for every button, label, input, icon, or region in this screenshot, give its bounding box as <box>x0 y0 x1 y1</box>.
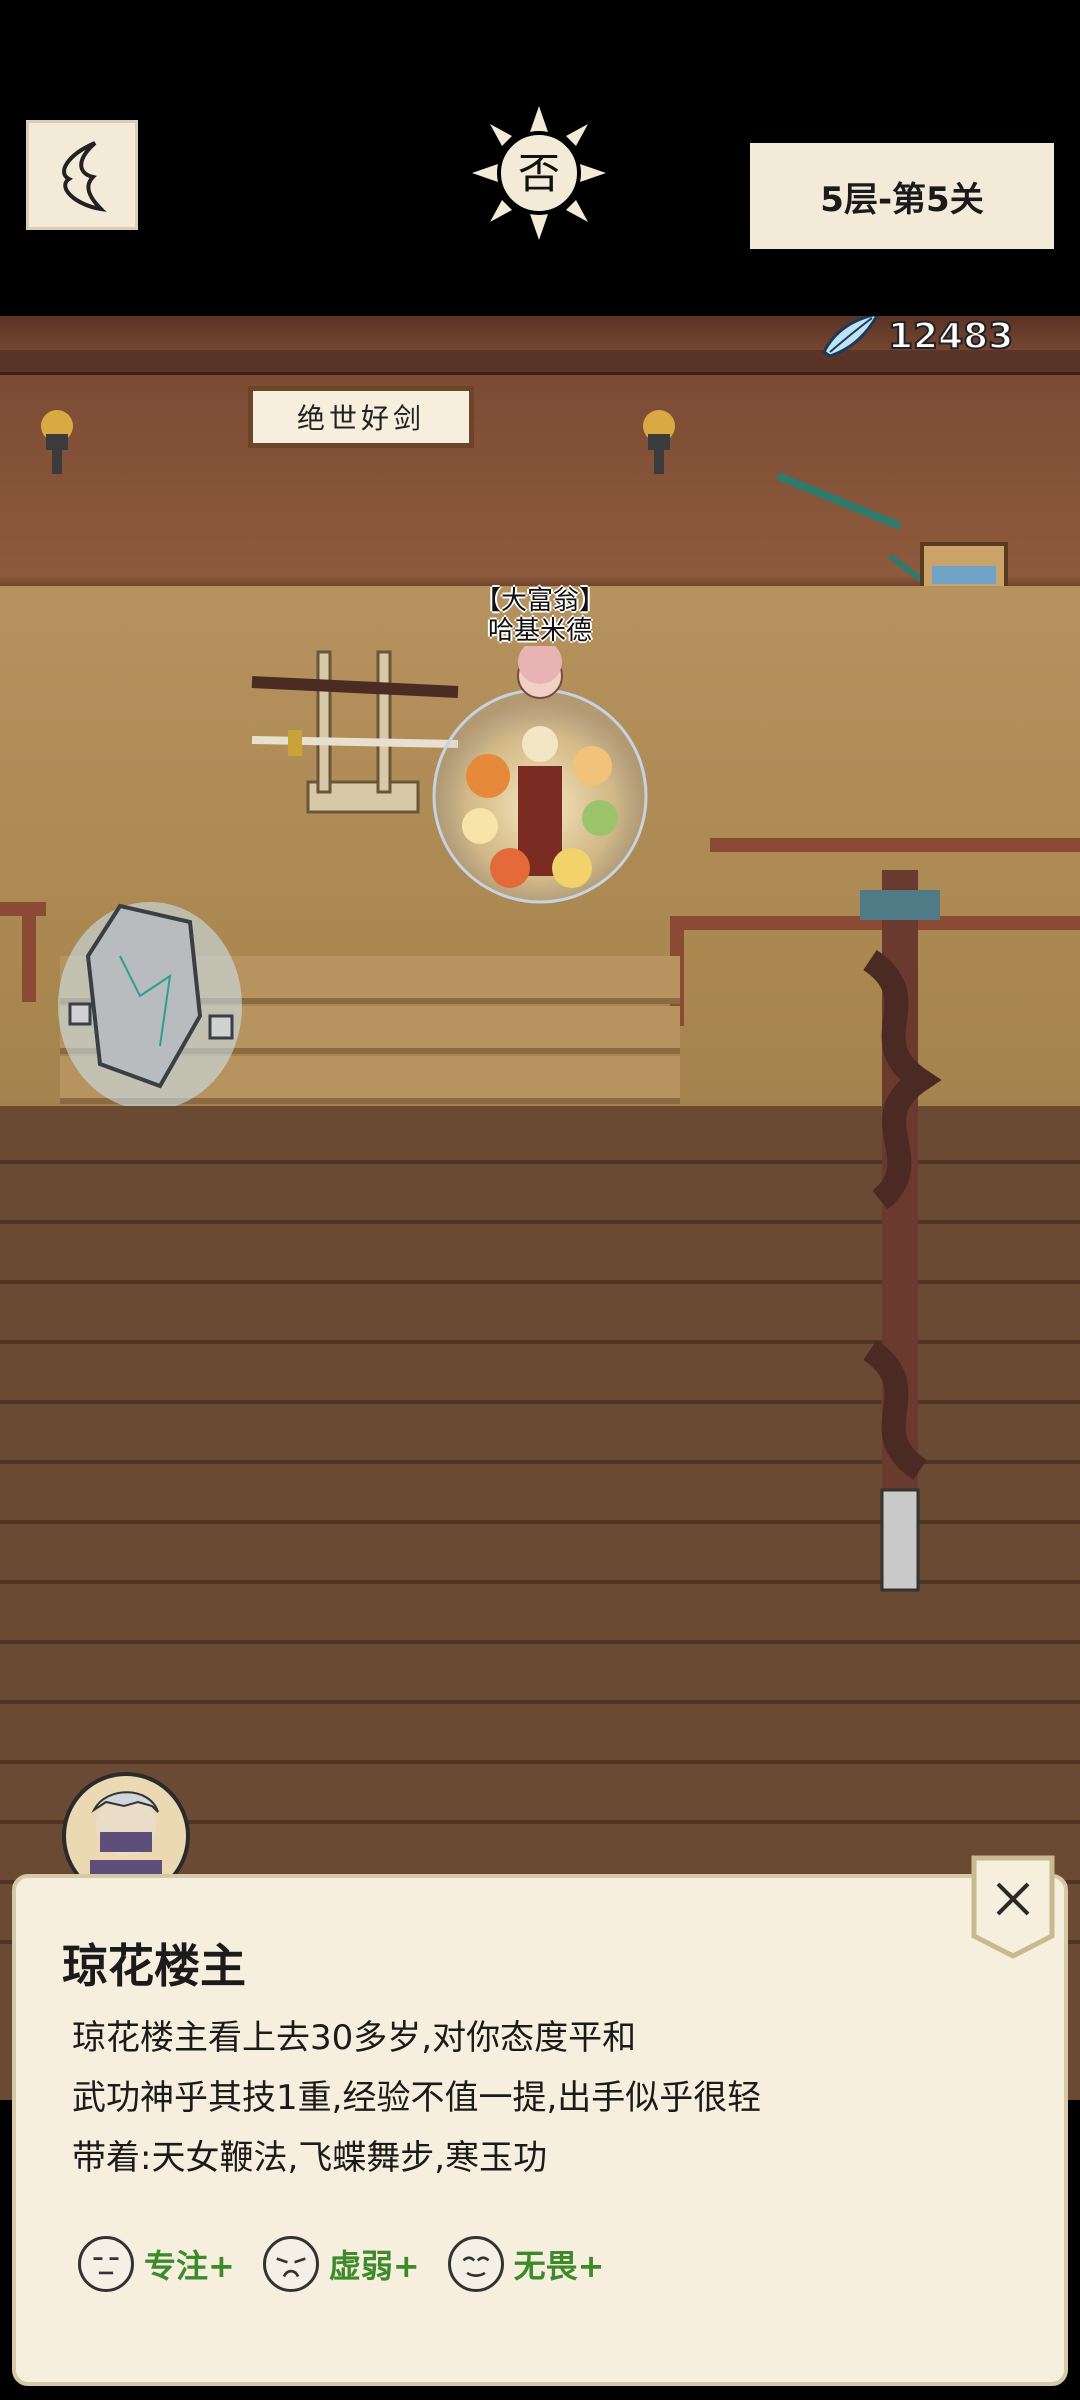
trait-label: 无畏+ <box>513 2247 605 2285</box>
sun-emblem-icon[interactable]: 否 <box>468 102 610 244</box>
railing <box>22 902 36 1002</box>
trait-weak[interactable]: 虚弱+ <box>262 2236 420 2292</box>
glowing-stone-icon[interactable] <box>50 896 250 1116</box>
feather-icon <box>822 316 879 358</box>
trait-list: 专注+ 虚弱+ 无畏+ <box>78 2236 632 2292</box>
weak-face-icon <box>262 2236 319 2292</box>
close-button[interactable] <box>968 1852 1058 1960</box>
top-bar: 否 5层-第5关 <box>0 0 1080 316</box>
emblem-character: 否 <box>518 149 560 198</box>
bottom-edge <box>0 2386 1080 2400</box>
dialog-line: 带着:天女鞭法,飞蝶舞步,寒玉功 <box>72 2138 548 2178</box>
npc-title: 【大富翁】 <box>474 586 605 616</box>
currency-amount: 12483 <box>887 316 1014 358</box>
trait-label: 专注+ <box>144 2247 235 2285</box>
sword-plaque: 绝世好剑 <box>248 386 474 448</box>
dialog-line: 武功神乎其技1重,经验不值一提,出手似乎很轻 <box>72 2078 762 2118</box>
trait-fearless[interactable]: 无畏+ <box>447 2236 605 2292</box>
calm-face-icon <box>78 2236 134 2292</box>
npc-merchant-icon[interactable] <box>420 646 660 906</box>
level-indicator: 5层-第5关 <box>750 143 1054 249</box>
back-arrow-icon <box>62 141 107 212</box>
npc-name: 哈基米德 <box>487 616 592 646</box>
npc-nameplate: 【大富翁】 哈基米德 <box>470 586 610 646</box>
trait-label: 虚弱+ <box>328 2247 420 2285</box>
trait-focus[interactable]: 专注+ <box>78 2236 235 2292</box>
wall-lamp-icon <box>643 410 675 474</box>
railing <box>710 838 1080 852</box>
dragon-pillar-icon <box>860 870 942 1592</box>
dialog-title: 琼花楼主 <box>62 1939 246 1993</box>
fearless-face-icon <box>447 2236 504 2292</box>
level-label: 5层-第5关 <box>820 179 984 220</box>
plaque-text: 绝世好剑 <box>296 402 425 435</box>
currency-display: 12483 <box>820 316 1014 358</box>
wall-lamp-icon <box>41 410 73 474</box>
dialog-line: 琼花楼主看上去30多岁,对你态度平和 <box>72 2018 637 2058</box>
back-button[interactable] <box>26 120 138 230</box>
